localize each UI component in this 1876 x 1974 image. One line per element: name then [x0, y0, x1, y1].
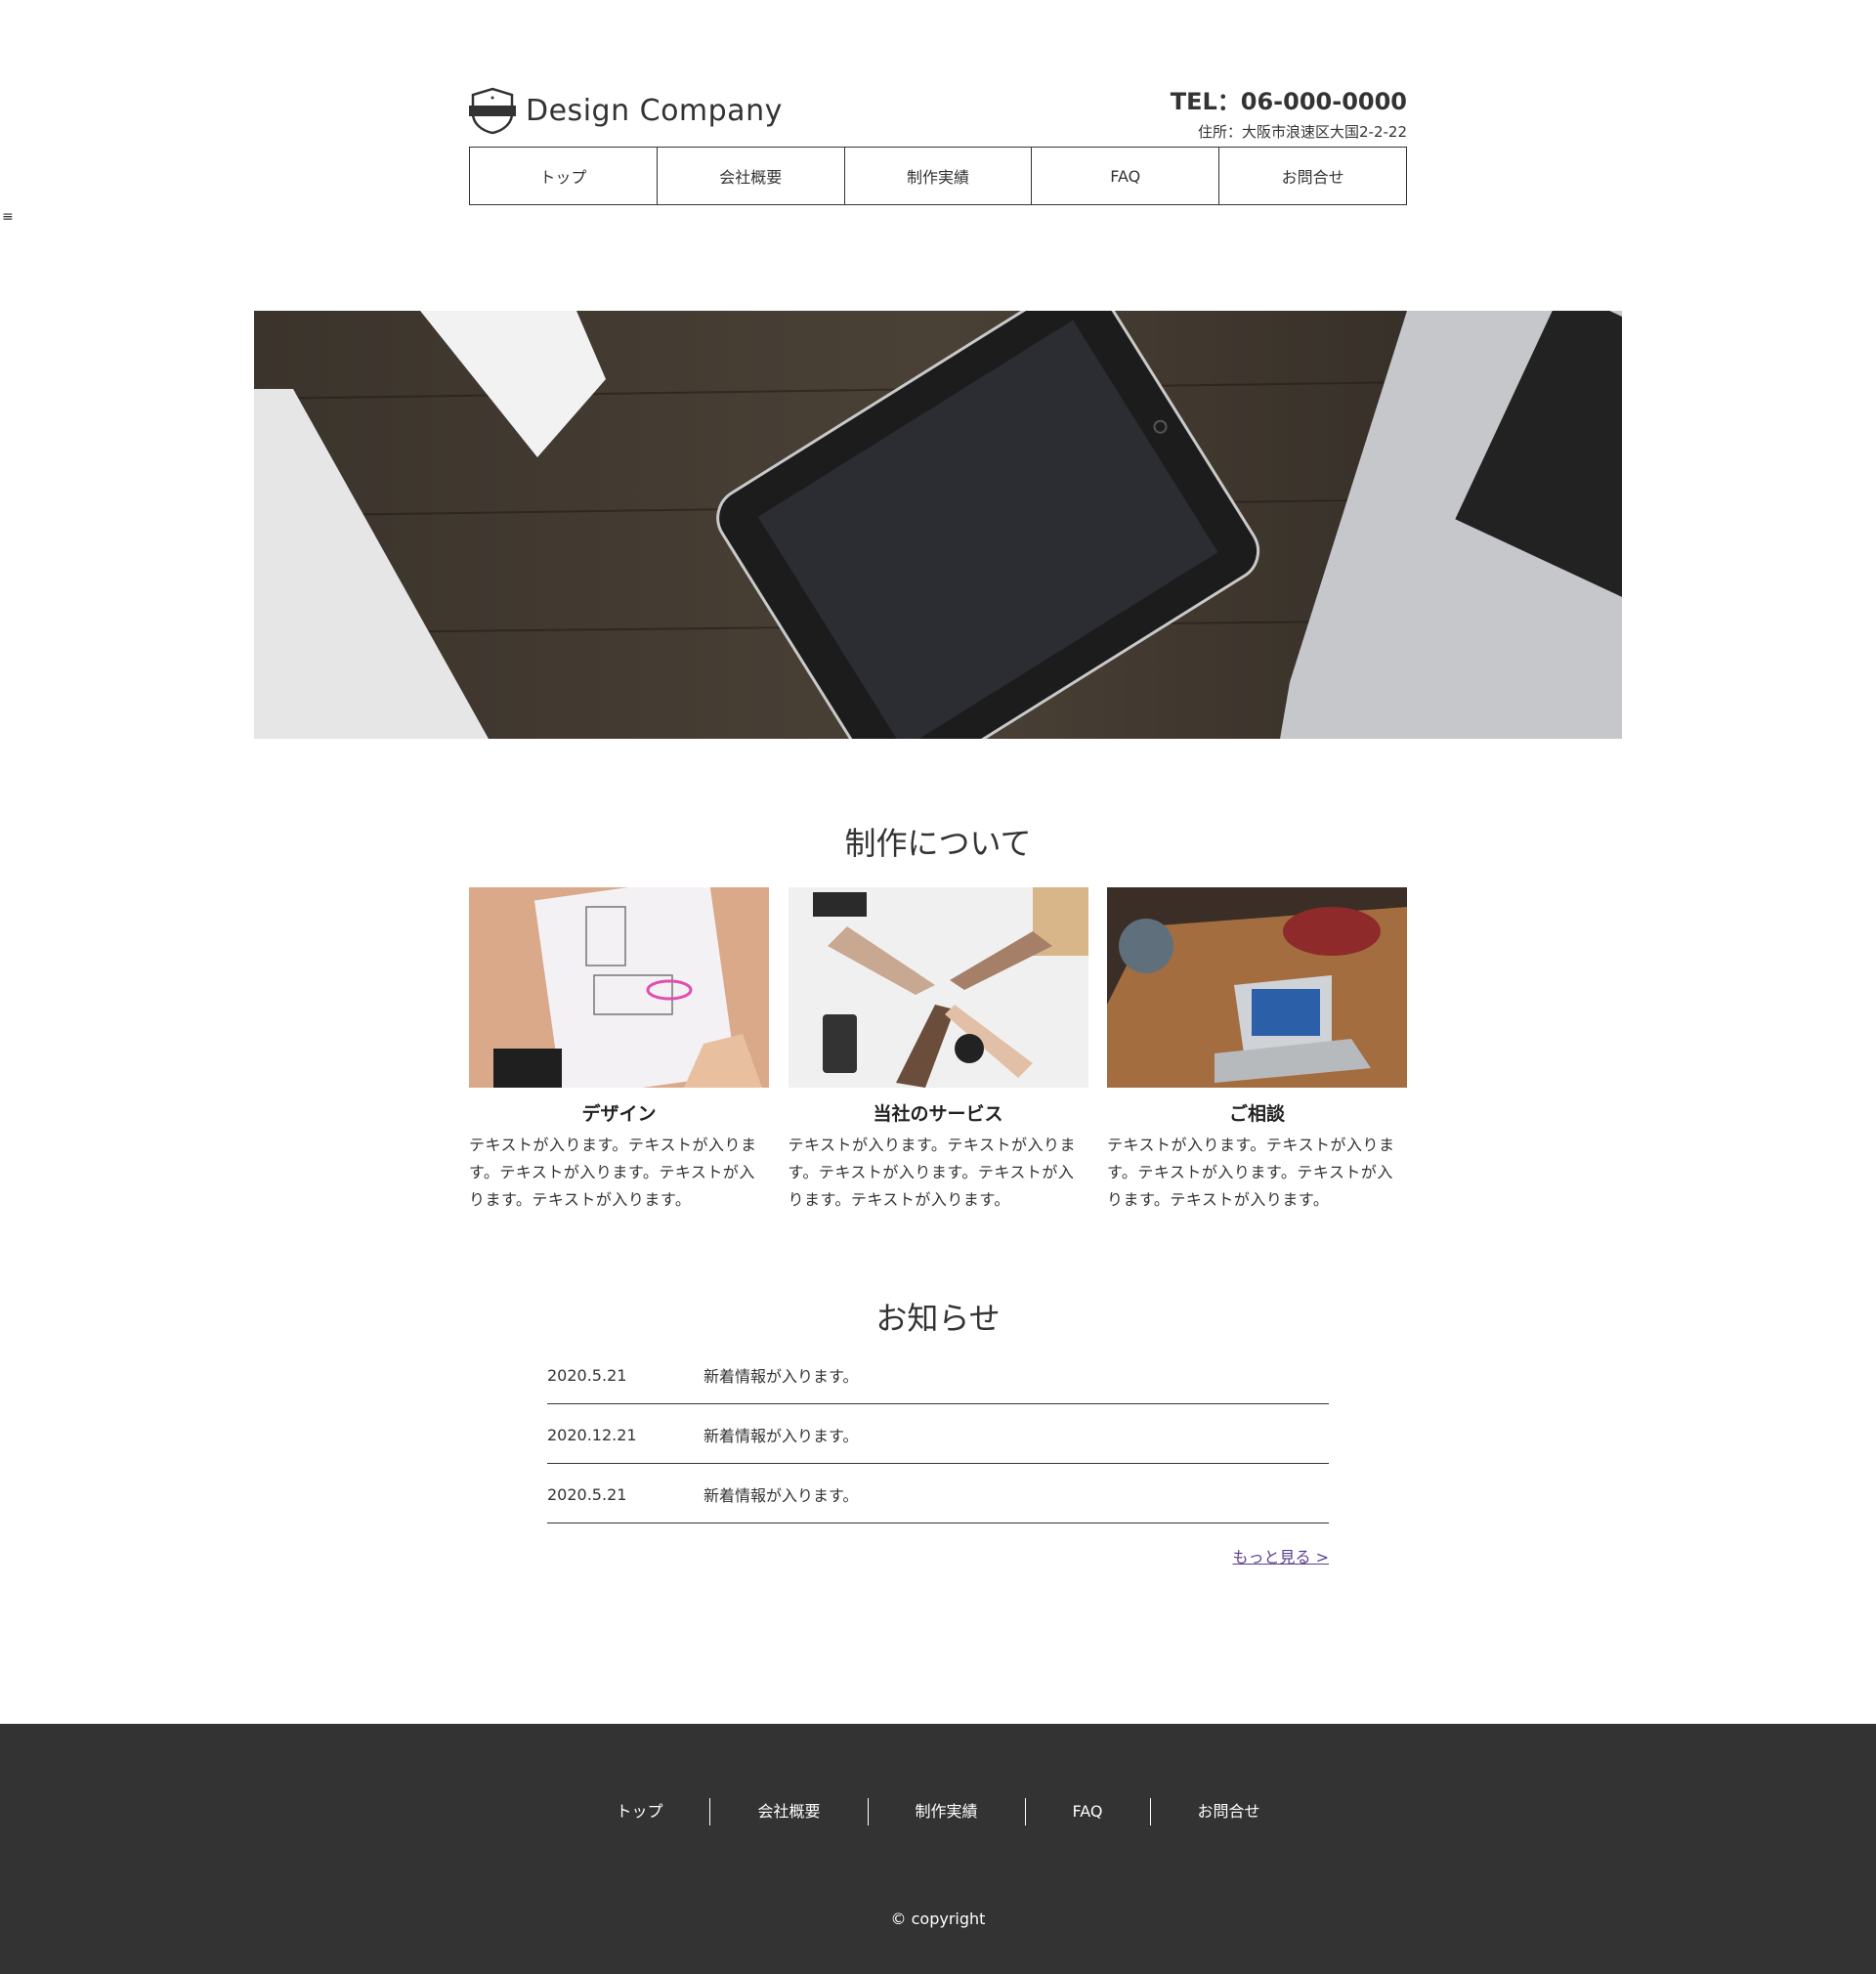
news-text: 新着情報が入ります。 [704, 1427, 859, 1445]
card-service: 当社のサービス テキストが入ります。テキストが入ります。テキストが入ります。テキ… [788, 887, 1088, 1214]
news-title: お知らせ [875, 1300, 1001, 1337]
footer-nav-contact[interactable]: お問合せ [1151, 1798, 1307, 1825]
card-consult: ご相談 テキストが入ります。テキストが入ります。テキストが入ります。テキストが入… [1107, 887, 1407, 1214]
card-text: テキストが入ります。テキストが入ります。テキストが入ります。テキストが入ります。… [1107, 1136, 1395, 1209]
copyright: © copyright [890, 1910, 986, 1928]
news-item[interactable]: 2020.5.21 新着情報が入ります。 [547, 1464, 1329, 1523]
card-title: デザイン [581, 1103, 657, 1125]
nav-item-faq[interactable]: FAQ [1032, 148, 1220, 204]
footer-nav-works[interactable]: 制作実績 [869, 1798, 1026, 1825]
main-nav: トップ 会社概要 制作実績 FAQ お問合せ [469, 147, 1407, 205]
news-date: 2020.5.21 [547, 1365, 627, 1385]
address: 住所：大阪市浪速区大国2-2-22 [1197, 123, 1407, 141]
card-design: デザイン テキストが入ります。テキストが入ります。テキストが入ります。テキストが… [469, 887, 769, 1214]
phone-number: TEL：06-000-0000 [1170, 88, 1407, 115]
card-text: テキストが入ります。テキストが入ります。テキストが入ります。テキストが入ります。… [469, 1136, 757, 1209]
footer-nav-top[interactable]: トップ [569, 1798, 711, 1825]
nav-item-contact[interactable]: お問合せ [1219, 148, 1406, 204]
more-link[interactable]: もっと見る > [1233, 1544, 1330, 1567]
nav-item-top[interactable]: トップ [470, 148, 658, 204]
about-cards: デザイン テキストが入ります。テキストが入ります。テキストが入ります。テキストが… [469, 887, 1407, 1214]
card-image-service [788, 887, 1088, 1088]
news-text: 新着情報が入ります。 [704, 1486, 859, 1505]
card-image-design [469, 887, 769, 1088]
card-title: ご相談 [1228, 1103, 1285, 1125]
about-title: 制作について [844, 825, 1032, 862]
site-footer: トップ 会社概要 制作実績 FAQ お問合せ © copyright [0, 1724, 1876, 1974]
card-title: 当社のサービス [873, 1103, 1003, 1125]
nav-item-company[interactable]: 会社概要 [658, 148, 845, 204]
nav-item-works[interactable]: 制作実績 [845, 148, 1033, 204]
shield-logo-icon [469, 87, 516, 135]
news-text: 新着情報が入ります。 [704, 1367, 859, 1386]
card-image-consult [1107, 887, 1407, 1088]
news-list: 2020.5.21 新着情報が入ります。 2020.12.21 新着情報が入りま… [547, 1345, 1329, 1566]
footer-nav-company[interactable]: 会社概要 [710, 1798, 869, 1825]
logo-text: Design Company [526, 93, 783, 128]
logo[interactable]: Design Company [469, 86, 783, 135]
footer-nav-faq[interactable]: FAQ [1026, 1798, 1151, 1825]
footer-nav: トップ 会社概要 制作実績 FAQ お問合せ [0, 1798, 1876, 1825]
menu-icon[interactable]: ≡ [2, 209, 14, 225]
news-item[interactable]: 2020.12.21 新着情報が入ります。 [547, 1404, 1329, 1464]
news-date: 2020.12.21 [547, 1425, 637, 1444]
hero-image [254, 311, 1622, 739]
news-date: 2020.5.21 [547, 1484, 627, 1504]
card-text: テキストが入ります。テキストが入ります。テキストが入ります。テキストが入ります。… [788, 1136, 1076, 1209]
news-item[interactable]: 2020.5.21 新着情報が入ります。 [547, 1345, 1329, 1404]
